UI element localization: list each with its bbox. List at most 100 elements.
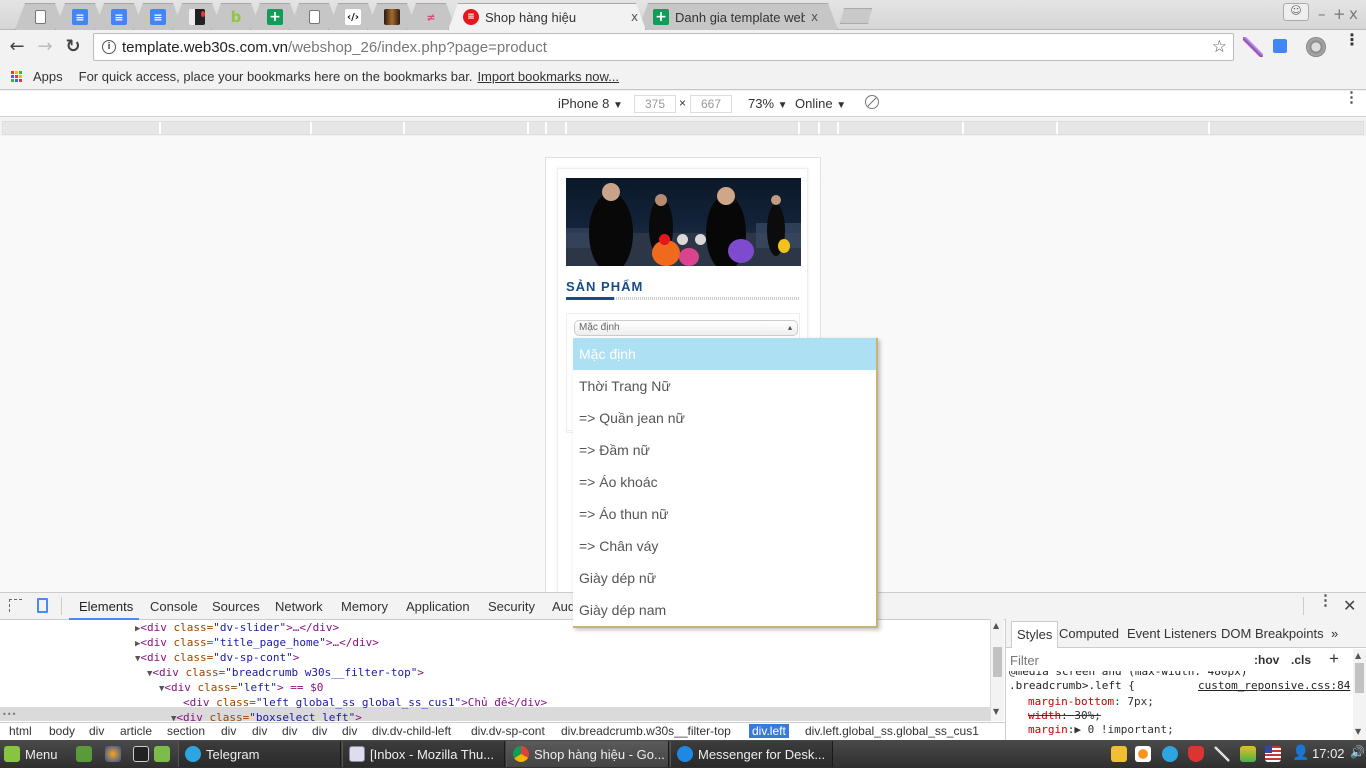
volume-icon[interactable]: 🔊 bbox=[1350, 745, 1365, 759]
notes-tray-icon[interactable] bbox=[1111, 746, 1127, 762]
dom-node-selected[interactable]: ▼<div class="left"> == $0 bbox=[159, 680, 323, 695]
rotate-icon[interactable] bbox=[862, 92, 882, 112]
chrome-menu-icon[interactable]: ⋮ bbox=[1344, 32, 1360, 48]
profile-icon[interactable]: ☺ bbox=[1283, 3, 1309, 21]
user-icon[interactable]: 👤 bbox=[1292, 744, 1309, 760]
breadcrumb-item[interactable]: div.breadcrumb.w30s__filter-top bbox=[558, 724, 734, 738]
flame-tray-icon[interactable] bbox=[1135, 746, 1151, 762]
browser-tab-active[interactable]: ≡ Shop hàng hiệu x bbox=[448, 3, 646, 30]
start-menu-button[interactable]: Menu bbox=[0, 741, 70, 767]
new-tab-button[interactable] bbox=[840, 8, 872, 24]
css-source-link[interactable]: custom_reponsive.css:84 bbox=[1198, 679, 1350, 692]
files-folder-icon[interactable] bbox=[154, 746, 170, 762]
dom-node[interactable]: ▼<div class="dv-sp-cont"> bbox=[135, 650, 299, 665]
terminal-icon[interactable] bbox=[133, 746, 149, 762]
forward-arrow-icon[interactable]: → bbox=[34, 36, 56, 57]
slider-dot-3[interactable] bbox=[695, 234, 706, 245]
styles-filter[interactable]: Filter :hov .cls + bbox=[1006, 649, 1353, 671]
network-select[interactable]: Online ▼ bbox=[795, 96, 846, 111]
info-icon[interactable]: i bbox=[102, 40, 116, 54]
device-mode-icon[interactable] bbox=[37, 598, 48, 613]
css-property-overridden[interactable]: width: 30%; bbox=[1028, 709, 1101, 722]
slider-dot-2[interactable] bbox=[677, 234, 688, 245]
scroll-up-icon[interactable]: ▲ bbox=[1355, 651, 1361, 660]
tab-dom-breakpoints[interactable]: DOM Breakpoints bbox=[1221, 626, 1324, 641]
show-desktop-icon[interactable] bbox=[76, 746, 92, 762]
category-select[interactable]: Mặc định ▴▾ bbox=[574, 320, 798, 346]
device-select[interactable]: iPhone 8 ▼ bbox=[558, 96, 623, 111]
dropdown-option[interactable]: Mặc định bbox=[573, 338, 876, 370]
css-property[interactable]: margin-bottom: 7px; bbox=[1028, 695, 1154, 708]
breadcrumb-item[interactable]: div.dv-child-left bbox=[369, 724, 454, 738]
close-tab-icon[interactable]: x bbox=[811, 10, 818, 24]
apps-link[interactable]: Apps bbox=[33, 69, 63, 84]
height-input[interactable]: 667 bbox=[690, 95, 732, 113]
scroll-thumb[interactable] bbox=[1355, 663, 1364, 693]
zoom-select[interactable]: 73% ▼ bbox=[748, 96, 788, 111]
dom-node[interactable]: ▼<div class="boxselect left"> bbox=[171, 710, 362, 721]
dom-node[interactable]: ▶<div class="dv-slider">…</div> bbox=[135, 620, 339, 635]
scroll-down-icon[interactable]: ▼ bbox=[1355, 727, 1361, 736]
breadcrumb-item[interactable]: div bbox=[86, 724, 107, 738]
google-translate-icon[interactable] bbox=[1273, 39, 1287, 53]
firefox-icon[interactable] bbox=[105, 746, 121, 762]
us-flag-icon[interactable] bbox=[1265, 746, 1281, 762]
tab-computed[interactable]: Computed bbox=[1059, 626, 1119, 641]
dom-node[interactable]: <div class="left global_ss global_ss_cus… bbox=[183, 695, 547, 710]
banner-slider[interactable] bbox=[566, 178, 801, 266]
add-rule-icon[interactable]: + bbox=[1329, 649, 1339, 669]
breadcrumb-item[interactable]: html bbox=[6, 724, 35, 738]
styles-scrollbar[interactable]: ▲ ▼ bbox=[1353, 649, 1366, 740]
taskbar-window-thunderbird[interactable]: [Inbox - Mozilla Thu... bbox=[342, 741, 505, 767]
dom-scrollbar[interactable]: ▲ ▼ bbox=[990, 619, 1004, 721]
tab-elements[interactable]: Elements bbox=[79, 599, 133, 614]
tab-console[interactable]: Console bbox=[150, 599, 198, 614]
breadcrumb-item[interactable]: div bbox=[339, 724, 360, 738]
dropdown-option[interactable]: Thời Trang Nữ bbox=[573, 370, 876, 402]
breadcrumb-item[interactable]: div bbox=[218, 724, 239, 738]
close-devtools-icon[interactable]: ✕ bbox=[1343, 596, 1356, 616]
tab-audits[interactable]: Aud bbox=[552, 599, 575, 614]
devtools-menu-icon[interactable]: ⋮ bbox=[1318, 593, 1333, 608]
inspect-element-icon[interactable] bbox=[9, 599, 22, 612]
width-input[interactable]: 375 bbox=[634, 95, 676, 113]
filter-input[interactable]: Filter bbox=[1010, 653, 1039, 668]
more-tabs-icon[interactable]: » bbox=[1331, 626, 1338, 641]
breadcrumb-item[interactable]: div bbox=[249, 724, 270, 738]
import-bookmarks-link[interactable]: Import bookmarks now... bbox=[477, 69, 619, 84]
address-bar[interactable]: i template.web30s.com.vn/webshop_26/inde… bbox=[93, 33, 1234, 61]
media-queries-bar[interactable] bbox=[2, 121, 1364, 135]
breadcrumb-item[interactable]: article bbox=[117, 724, 155, 738]
scroll-down-icon[interactable]: ▼ bbox=[993, 707, 999, 716]
dropdown-option[interactable]: => Áo khoác bbox=[573, 466, 876, 498]
settings-gear-icon[interactable] bbox=[1306, 37, 1326, 57]
reload-icon[interactable]: ↻ bbox=[62, 36, 84, 57]
close-tab-icon[interactable]: x bbox=[631, 10, 638, 24]
tab-application[interactable]: Application bbox=[406, 599, 470, 614]
css-property[interactable]: margin:▶ 0 !important; bbox=[1028, 723, 1174, 736]
dropdown-option[interactable]: => Quần jean nữ bbox=[573, 402, 876, 434]
breadcrumb-item[interactable]: div bbox=[309, 724, 330, 738]
clock[interactable]: 17:02 bbox=[1312, 746, 1345, 761]
close-window-button[interactable]: x bbox=[1349, 5, 1358, 23]
dom-node[interactable]: ▶<div class="title_page_home">…</div> bbox=[135, 635, 379, 650]
update-tray-icon[interactable] bbox=[1240, 746, 1256, 762]
minimize-button[interactable]: – bbox=[1318, 5, 1326, 23]
breadcrumb-item[interactable]: body bbox=[46, 724, 78, 738]
ellipsis-icon[interactable]: ••• bbox=[2, 708, 16, 721]
feather-extension-icon[interactable] bbox=[1243, 37, 1263, 57]
dropdown-option[interactable]: Giày dép nam bbox=[573, 594, 876, 626]
browser-tab-10[interactable]: ≠ bbox=[406, 3, 456, 30]
tab-security[interactable]: Security bbox=[488, 599, 535, 614]
tab-sources[interactable]: Sources bbox=[212, 599, 260, 614]
taskbar-window-chrome[interactable]: Shop hàng hiệu - Go... bbox=[506, 741, 669, 767]
shield-tray-icon[interactable] bbox=[1188, 746, 1204, 762]
cls-toggle[interactable]: .cls bbox=[1291, 653, 1311, 667]
breadcrumb-item[interactable]: div.left bbox=[749, 724, 789, 738]
maximize-button[interactable]: + bbox=[1333, 5, 1346, 23]
scroll-up-icon[interactable]: ▲ bbox=[993, 621, 999, 630]
breadcrumb-item[interactable]: section bbox=[164, 724, 208, 738]
tab-network[interactable]: Network bbox=[275, 599, 323, 614]
network-tray-icon[interactable] bbox=[1214, 746, 1230, 762]
dropdown-option[interactable]: => Áo thun nữ bbox=[573, 498, 876, 530]
